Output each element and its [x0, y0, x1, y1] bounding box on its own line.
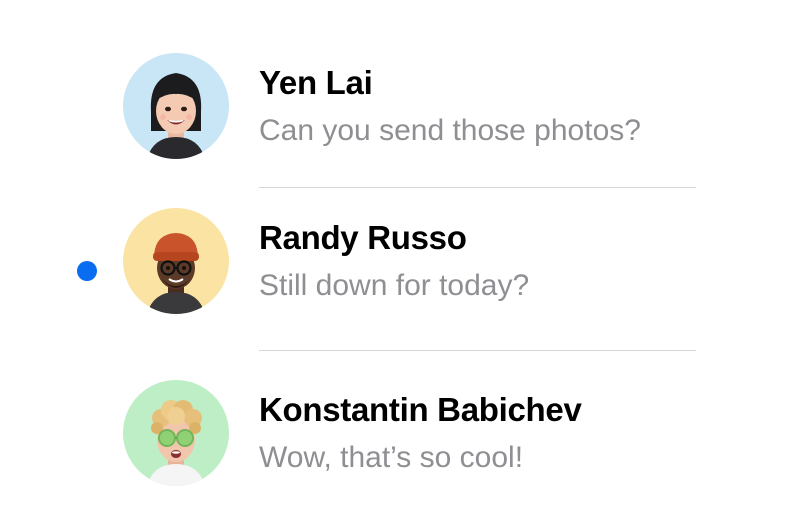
avatar — [123, 208, 229, 314]
contact-name: Konstantin Babichev — [259, 391, 582, 428]
message-preview: Wow, that’s so cool! — [259, 441, 524, 474]
conversation-row-yen-lai[interactable]: Yen Lai Can you send those photos? — [0, 50, 800, 160]
message-preview: Can you send those photos? — [259, 114, 641, 147]
conversation-row-konstantin-babichev[interactable]: Konstantin Babichev Wow, that’s so cool! — [0, 377, 800, 487]
unread-indicator-icon — [77, 261, 97, 281]
contact-name: Randy Russo — [259, 219, 467, 256]
memoji-randy-russo-icon — [147, 233, 205, 314]
row-divider — [259, 350, 696, 351]
conversation-row-randy-russo[interactable]: Randy Russo Still down for today? — [0, 205, 800, 315]
contact-name: Yen Lai — [259, 64, 373, 101]
memoji-yen-lai-icon — [147, 73, 205, 159]
avatar — [123, 380, 229, 486]
conversation-list: Yen Lai Can you send those photos? Randy… — [0, 0, 800, 532]
message-preview: Still down for today? — [259, 269, 530, 302]
avatar — [123, 53, 229, 159]
memoji-konstantin-babichev-icon — [147, 400, 205, 486]
row-divider — [259, 187, 696, 188]
